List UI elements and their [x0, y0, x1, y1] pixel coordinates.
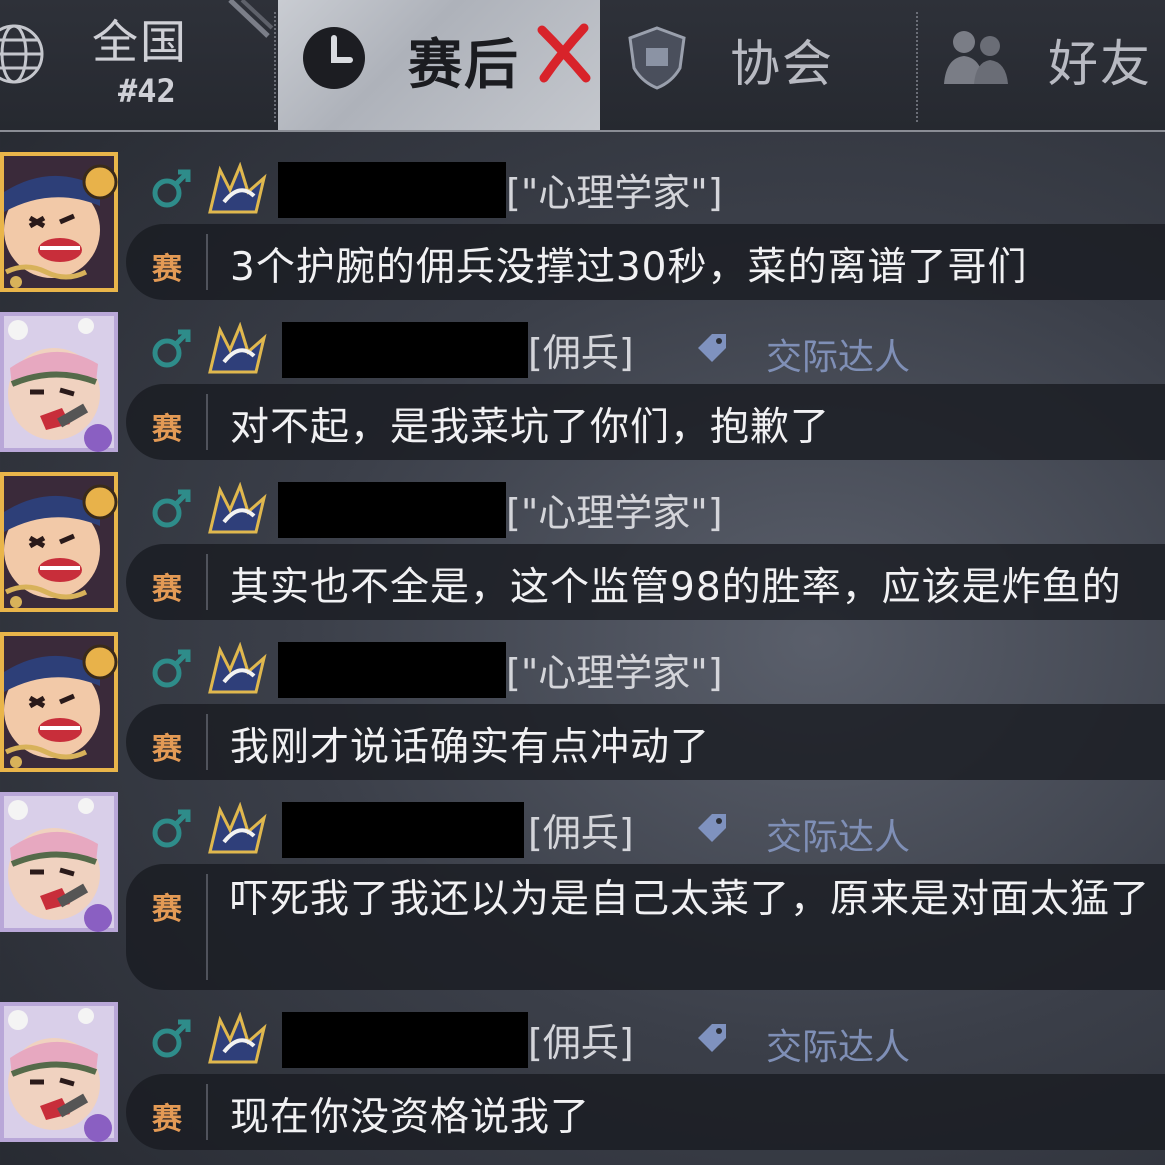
- rank-badge-icon: [206, 802, 268, 856]
- player-title: 交际达人: [766, 1027, 911, 1068]
- chat-message: ["心理学家"] 赛 其实也不全是，这个监管98的胜率，应该是炸鱼的: [0, 472, 1165, 622]
- divider: [206, 874, 208, 980]
- psychologist-avatar[interactable]: [0, 152, 118, 292]
- national-rank: #42: [118, 72, 176, 110]
- match-tag: 赛: [152, 892, 182, 927]
- tab-divider: [916, 12, 918, 122]
- close-x-icon: [537, 23, 591, 83]
- tab-divider: [274, 12, 276, 122]
- redacted-username: [282, 1012, 528, 1068]
- mercenary-avatar[interactable]: [0, 312, 118, 452]
- male-icon: [150, 486, 194, 530]
- character-role: ["心理学家"]: [506, 651, 723, 695]
- psychologist-avatar[interactable]: [0, 472, 118, 612]
- divider: [206, 234, 208, 290]
- mercenary-avatar[interactable]: [0, 1002, 118, 1142]
- message-bubble: 赛 我刚才说话确实有点冲动了: [126, 704, 1165, 780]
- rank-badge-icon: [206, 322, 268, 376]
- tab-post-match-label: 赛后: [408, 33, 520, 96]
- tab-friends[interactable]: 好友: [920, 0, 1165, 130]
- tab-friends-label: 好友: [1048, 35, 1152, 93]
- divider: [206, 1084, 208, 1140]
- title-tag-icon: [692, 1018, 732, 1058]
- match-tag: 赛: [152, 252, 182, 287]
- redacted-username: [278, 162, 506, 218]
- message-bubble: 赛 吓死我了我还以为是自己太菜了，原来是对面太猛了: [126, 864, 1165, 990]
- divider: [206, 554, 208, 610]
- friends-icon: [944, 31, 1008, 84]
- association-shield-icon: [628, 26, 686, 90]
- message-bubble: 赛 3个护腕的佣兵没撑过30秒，菜的离谱了哥们: [126, 224, 1165, 300]
- top-tab-bar: 全国 #42 赛后 协会 好友: [0, 0, 1165, 132]
- title-tag-icon: [692, 808, 732, 848]
- match-tag: 赛: [152, 1102, 182, 1137]
- message-text: 3个护腕的佣兵没撑过30秒，菜的离谱了哥们: [230, 245, 1028, 290]
- match-tag: 赛: [152, 732, 182, 767]
- character-role: ["心理学家"]: [506, 171, 723, 215]
- message-bubble: 赛 现在你没资格说我了: [126, 1074, 1165, 1150]
- title-tag-icon: [692, 328, 732, 368]
- male-icon: [150, 166, 194, 210]
- redacted-username: [278, 482, 506, 538]
- rank-badge-icon: [206, 1012, 268, 1066]
- rank-badge-icon: [206, 482, 268, 536]
- rank-badge-icon: [206, 162, 268, 216]
- chat-message: [佣兵] 交际达人 赛 现在你没资格说我了: [0, 1002, 1165, 1162]
- mercenary-avatar[interactable]: [0, 792, 118, 932]
- clock-icon: [303, 27, 365, 89]
- globe-icon: [0, 24, 44, 84]
- message-bubble: 赛 其实也不全是，这个监管98的胜率，应该是炸鱼的: [126, 544, 1165, 620]
- player-title: 交际达人: [766, 337, 911, 378]
- male-icon: [150, 326, 194, 370]
- redacted-username: [282, 322, 528, 378]
- redacted-username: [278, 642, 506, 698]
- divider: [206, 394, 208, 450]
- message-text: 对不起，是我菜坑了你们，抱歉了: [230, 405, 831, 450]
- chat-message: [佣兵] 交际达人 赛 吓死我了我还以为是自己太菜了，原来是对面太猛了: [0, 792, 1165, 992]
- chat-message: ["心理学家"] 赛 我刚才说话确实有点冲动了: [0, 632, 1165, 782]
- chat-message: [佣兵] 交际达人 赛 对不起，是我菜坑了你们，抱歉了: [0, 312, 1165, 462]
- tab-post-match[interactable]: 赛后: [278, 0, 600, 130]
- tab-national[interactable]: 全国 #42: [0, 0, 276, 130]
- character-role: [佣兵]: [528, 1021, 634, 1065]
- tab-association-label: 协会: [730, 35, 834, 93]
- message-text: 现在你没资格说我了: [230, 1095, 591, 1140]
- rank-badge-icon: [206, 642, 268, 696]
- message-text: 吓死我了我还以为是自己太菜了，原来是对面太猛了: [230, 877, 1151, 922]
- message-text: 我刚才说话确实有点冲动了: [230, 725, 711, 770]
- divider: [206, 714, 208, 770]
- male-icon: [150, 806, 194, 850]
- character-role: ["心理学家"]: [506, 491, 723, 535]
- character-role: [佣兵]: [528, 811, 634, 855]
- feather-icon: [228, 0, 274, 38]
- match-tag: 赛: [152, 412, 182, 447]
- message-text: 其实也不全是，这个监管98的胜率，应该是炸鱼的: [230, 565, 1122, 610]
- redacted-username: [282, 802, 524, 858]
- player-title: 交际达人: [766, 817, 911, 858]
- tab-association[interactable]: 协会: [602, 0, 918, 130]
- tab-national-label: 全国: [92, 15, 188, 69]
- character-role: [佣兵]: [528, 331, 634, 375]
- chat-message: ["心理学家"] 赛 3个护腕的佣兵没撑过30秒，菜的离谱了哥们: [0, 152, 1165, 302]
- male-icon: [150, 1016, 194, 1060]
- message-bubble: 赛 对不起，是我菜坑了你们，抱歉了: [126, 384, 1165, 460]
- male-icon: [150, 646, 194, 690]
- psychologist-avatar[interactable]: [0, 632, 118, 772]
- match-tag: 赛: [152, 572, 182, 607]
